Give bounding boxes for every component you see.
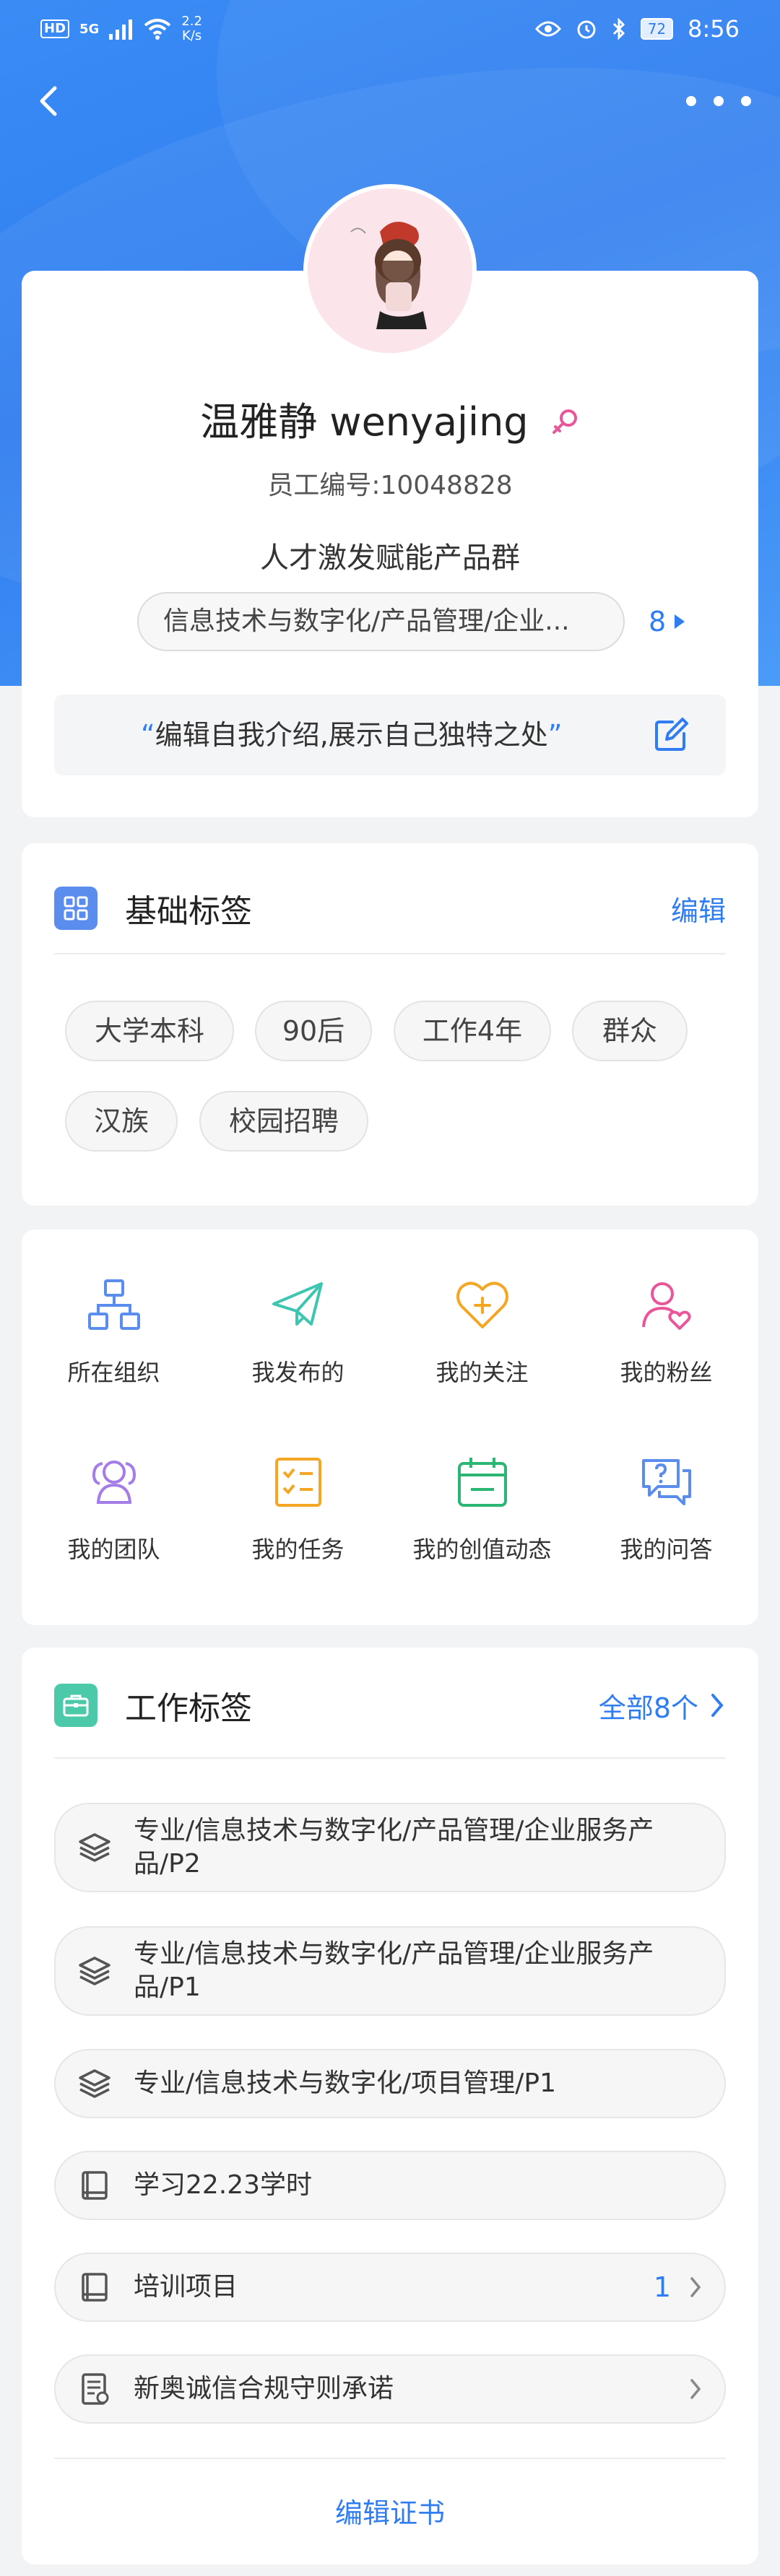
basic-tag: 大学本科 [65, 1001, 234, 1061]
wifi-icon [144, 19, 171, 40]
work-tag-row[interactable]: 培训项目 1 [54, 2253, 726, 2322]
qa-icon [641, 1459, 691, 1505]
department-count-button[interactable]: 8 [649, 592, 685, 651]
layers-icon [79, 2069, 110, 2098]
work-tag-row[interactable]: 新奥诚信合规守则承诺 [54, 2354, 726, 2424]
grid-item-tasks[interactable]: 我的任务 [206, 1453, 390, 1598]
battery-indicator: 72 [640, 18, 674, 40]
basic-tag: 群众 [572, 1001, 688, 1061]
divider [54, 953, 726, 954]
grid-item-value-activity[interactable]: 我的创值动态 [390, 1453, 574, 1598]
avatar[interactable] [303, 184, 477, 357]
work-tag-row[interactable]: 专业/信息技术与数字化/产品管理/企业服务产品/P2 [54, 1803, 726, 1892]
grid-item-team[interactable]: 我的团队 [22, 1453, 206, 1598]
heart-plus-icon [456, 1282, 508, 1328]
chevron-right-icon [711, 1694, 724, 1717]
basic-tag: 90后 [255, 1001, 372, 1061]
more-options-button[interactable] [686, 87, 751, 116]
status-bar: HD 5G 2.2 K/s 72 8:56 [0, 0, 780, 58]
eye-icon [534, 21, 561, 37]
network-speed: 2.2 K/s [181, 14, 202, 43]
work-tags-view-all-button[interactable]: 全部8个 [599, 1686, 726, 1726]
divider [54, 1757, 726, 1759]
chevron-left-icon [40, 86, 57, 116]
basic-tags-edit-button[interactable]: 编辑 [671, 889, 726, 928]
layers-icon [79, 1957, 110, 1985]
shortcut-grid-card: 所在组织 我发布的 我的关注 我的粉丝 我的团队 我的任务 我的创值动态 我的问… [22, 1230, 758, 1625]
org-icon [87, 1279, 140, 1330]
department-count: 8 [649, 606, 667, 638]
basic-tags-card: 基础标签 编辑 大学本科 90后 工作4年 群众 汉族 校园招聘 [22, 843, 758, 1206]
self-intro-box[interactable]: “编辑自我介绍,展示自己独特之处” [54, 695, 726, 775]
basic-tags-header: 基础标签 编辑 [54, 876, 726, 941]
work-tag-row[interactable]: 学习22.23学时 [54, 2151, 726, 2220]
basic-tag: 校园招聘 [199, 1091, 368, 1152]
briefcase-icon [54, 1684, 98, 1727]
document-icon [82, 2373, 109, 2405]
work-tags-card: 工作标签 全部8个 专业/信息技术与数字化/产品管理/企业服务产品/P2 专业/… [22, 1648, 758, 2564]
signal-icon [109, 19, 133, 40]
task-icon [274, 1458, 321, 1507]
paper-plane-icon [272, 1282, 323, 1326]
self-intro-text: 编辑自我介绍,展示自己独特之处 [155, 719, 548, 751]
calendar-icon [457, 1458, 507, 1507]
grid-item-fans[interactable]: 我的粉丝 [574, 1276, 758, 1421]
chevron-right-icon [690, 2277, 701, 2297]
work-tags-title: 工作标签 [125, 1690, 252, 1727]
training-count: 1 [653, 2271, 671, 2303]
book-icon [82, 2171, 108, 2200]
alarm-icon [577, 20, 596, 39]
edit-icon[interactable] [652, 716, 690, 754]
profile-name-row: 温雅静 wenyajing [22, 390, 758, 447]
grid-item-following[interactable]: 我的关注 [390, 1276, 574, 1421]
triangle-right-icon [675, 614, 685, 629]
bluetooth-icon [612, 17, 625, 40]
layers-icon [79, 1833, 110, 1862]
divider [54, 2458, 726, 2459]
avatar-illustration [308, 188, 472, 353]
basic-tag: 工作4年 [394, 1001, 551, 1061]
book-icon [82, 2273, 108, 2302]
grid-item-organization[interactable]: 所在组织 [22, 1276, 206, 1421]
grid-icon [54, 887, 98, 930]
top-navigation [0, 72, 780, 130]
work-tag-row[interactable]: 专业/信息技术与数字化/产品管理/企业服务产品/P1 [54, 1926, 726, 2016]
more-dot-icon [686, 96, 696, 106]
department-name: 人才激发赋能产品群 [260, 541, 520, 575]
basic-tag: 汉族 [65, 1091, 178, 1152]
more-dot-icon [714, 96, 724, 106]
team-icon [92, 1461, 136, 1504]
clock: 8:56 [688, 15, 740, 43]
profile-name: 温雅静 wenyajing [200, 399, 529, 445]
employee-number: 员工编号:10048828 [267, 471, 513, 500]
work-tags-header: 工作标签 全部8个 [54, 1673, 726, 1738]
signal-gen: 5G [79, 21, 100, 37]
more-dot-icon [741, 96, 751, 106]
work-tag-row[interactable]: 专业/信息技术与数字化/项目管理/P1 [54, 2049, 726, 2118]
fans-icon [641, 1282, 691, 1330]
hd-badge: HD [40, 19, 70, 38]
chevron-right-icon [690, 2379, 701, 2399]
grid-item-published[interactable]: 我发布的 [206, 1276, 390, 1421]
department-path-chip[interactable]: 信息技术与数字化/产品管理/企业... [137, 592, 625, 651]
grid-item-qa[interactable]: 我的问答 [574, 1453, 758, 1598]
edit-certificate-button[interactable]: 编辑证书 [22, 2491, 758, 2531]
female-gender-icon [552, 409, 577, 435]
back-button[interactable] [29, 79, 72, 123]
basic-tags-title: 基础标签 [125, 893, 252, 930]
